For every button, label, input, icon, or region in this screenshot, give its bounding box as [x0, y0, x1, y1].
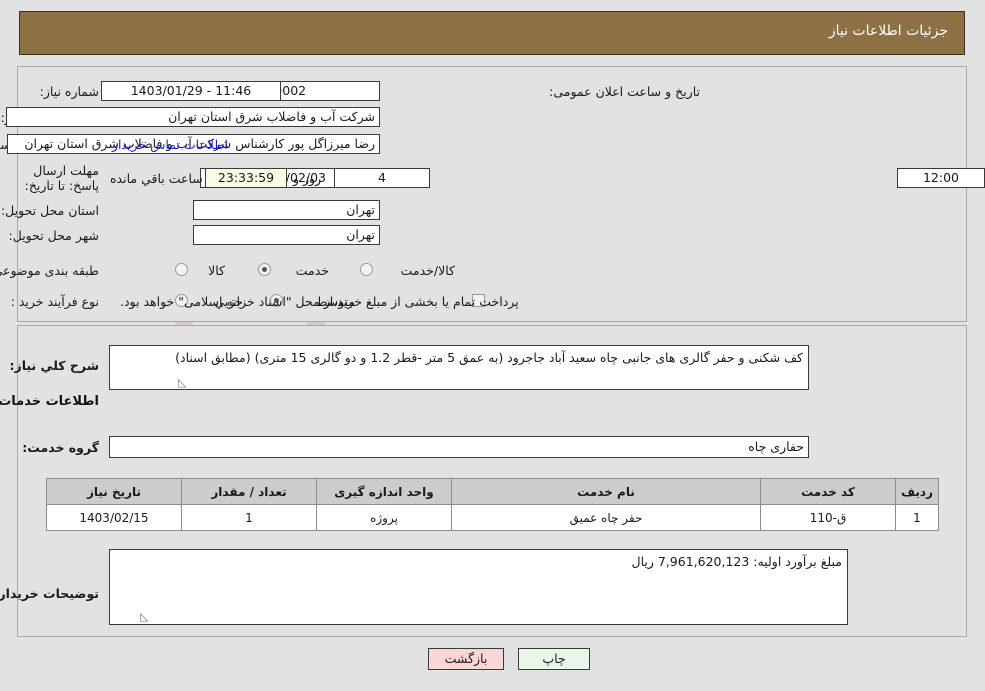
process-type-label: نوع فرآیند خرید : — [10, 294, 99, 309]
col-service-name: نام خدمت — [451, 478, 761, 505]
category-option-label-2: کالا/خدمت — [400, 263, 455, 278]
delivery-province-label: استان محل تحویل: — [0, 203, 99, 218]
general-description-resize-grip[interactable]: ◺ — [178, 376, 186, 389]
buyer-notes-resize-grip[interactable]: ◺ — [140, 610, 148, 623]
services-section-heading: اطلاعات خدمات مورد نیاز — [0, 394, 99, 409]
deadline-time-field[interactable]: 12:00 — [897, 168, 985, 188]
buyer-notes-textarea[interactable]: مبلغ برآورد اولیه: 7,961,620,123 ریال — [109, 549, 848, 625]
category-option-label-1: خدمت — [295, 263, 329, 278]
window-titlebar: جزئیات اطلاعات نیاز — [19, 11, 965, 55]
table-row[interactable]: 1 ق-110 حفر چاه عمیق پروژه 1 1403/02/15 — [46, 504, 939, 531]
page-title: جزئیات اطلاعات نیاز — [828, 23, 948, 39]
col-unit: واحد اندازه گیری — [316, 478, 452, 505]
col-quantity: تعداد / مقدار — [181, 478, 317, 505]
deadline-countdown-label: ساعت باقي مانده — [110, 171, 203, 186]
cell-quantity: 1 — [181, 504, 317, 531]
deadline-countdown-field: 23:33:59 — [205, 168, 287, 188]
need-number-label: شماره نیاز: — [39, 84, 99, 99]
services-table: ردیف کد خدمت نام خدمت واحد اندازه گیری ت… — [46, 478, 939, 531]
need-info-panel — [17, 66, 967, 322]
delivery-province-field[interactable]: تهران — [193, 200, 380, 220]
deadline-days-field[interactable]: 4 — [334, 168, 430, 188]
category-radio-kala-khedmat[interactable] — [360, 263, 373, 276]
col-row: ردیف — [895, 478, 939, 505]
buyer-org-field[interactable]: شرکت آب و فاضلاب شرق استان تهران — [6, 107, 380, 127]
category-option-label-0: کالا — [208, 263, 225, 278]
general-description-textarea[interactable]: کف شکنی و حفر گالری های جانبی چاه سعید آ… — [109, 345, 809, 390]
table-header-row: ردیف کد خدمت نام خدمت واحد اندازه گیری ت… — [46, 478, 939, 505]
buyer-contact-link[interactable]: اطلاعات تماس خریدار — [112, 137, 228, 152]
col-service-code: کد خدمت — [760, 478, 896, 505]
cell-row: 1 — [895, 504, 939, 531]
service-group-label: گروه خدمت: — [22, 440, 99, 455]
print-button[interactable]: چاپ — [518, 648, 590, 670]
cell-unit: پروژه — [316, 504, 452, 531]
cell-service-name: حفر چاه عمیق — [451, 504, 761, 531]
service-group-field[interactable]: حفاری چاه — [109, 436, 809, 458]
category-radio-kala[interactable] — [175, 263, 188, 276]
category-label: طبقه بندی موضوعی: — [0, 263, 99, 278]
cell-need-date: 1403/02/15 — [46, 504, 182, 531]
announce-datetime-field[interactable]: 11:46 - 1403/01/29 — [101, 81, 281, 101]
back-button[interactable]: بازگشت — [428, 648, 504, 670]
col-need-date: تاریخ نیاز — [46, 478, 182, 505]
announce-datetime-label: تاریخ و ساعت اعلان عمومی: — [549, 84, 700, 99]
deadline-label: مهلت ارسال پاسخ: تا تاریخ: — [24, 163, 99, 193]
delivery-city-field[interactable]: تهران — [193, 225, 380, 245]
category-radio-khedmat[interactable] — [258, 263, 271, 276]
buyer-notes-label: توضیحات خریدار: — [0, 586, 99, 601]
delivery-city-label: شهر محل تحویل: — [8, 228, 99, 243]
treasury-bonds-label: پرداخت تمام یا بخشی از مبلغ خرید،از محل … — [120, 294, 519, 309]
general-description-label: شرح کلي نیاز: — [9, 358, 99, 373]
cell-service-code: ق-110 — [760, 504, 896, 531]
deadline-days-label: روز و — [293, 171, 322, 186]
need-details-page: AriaTender .net جزئیات اطلاعات نیاز شمار… — [0, 0, 985, 691]
